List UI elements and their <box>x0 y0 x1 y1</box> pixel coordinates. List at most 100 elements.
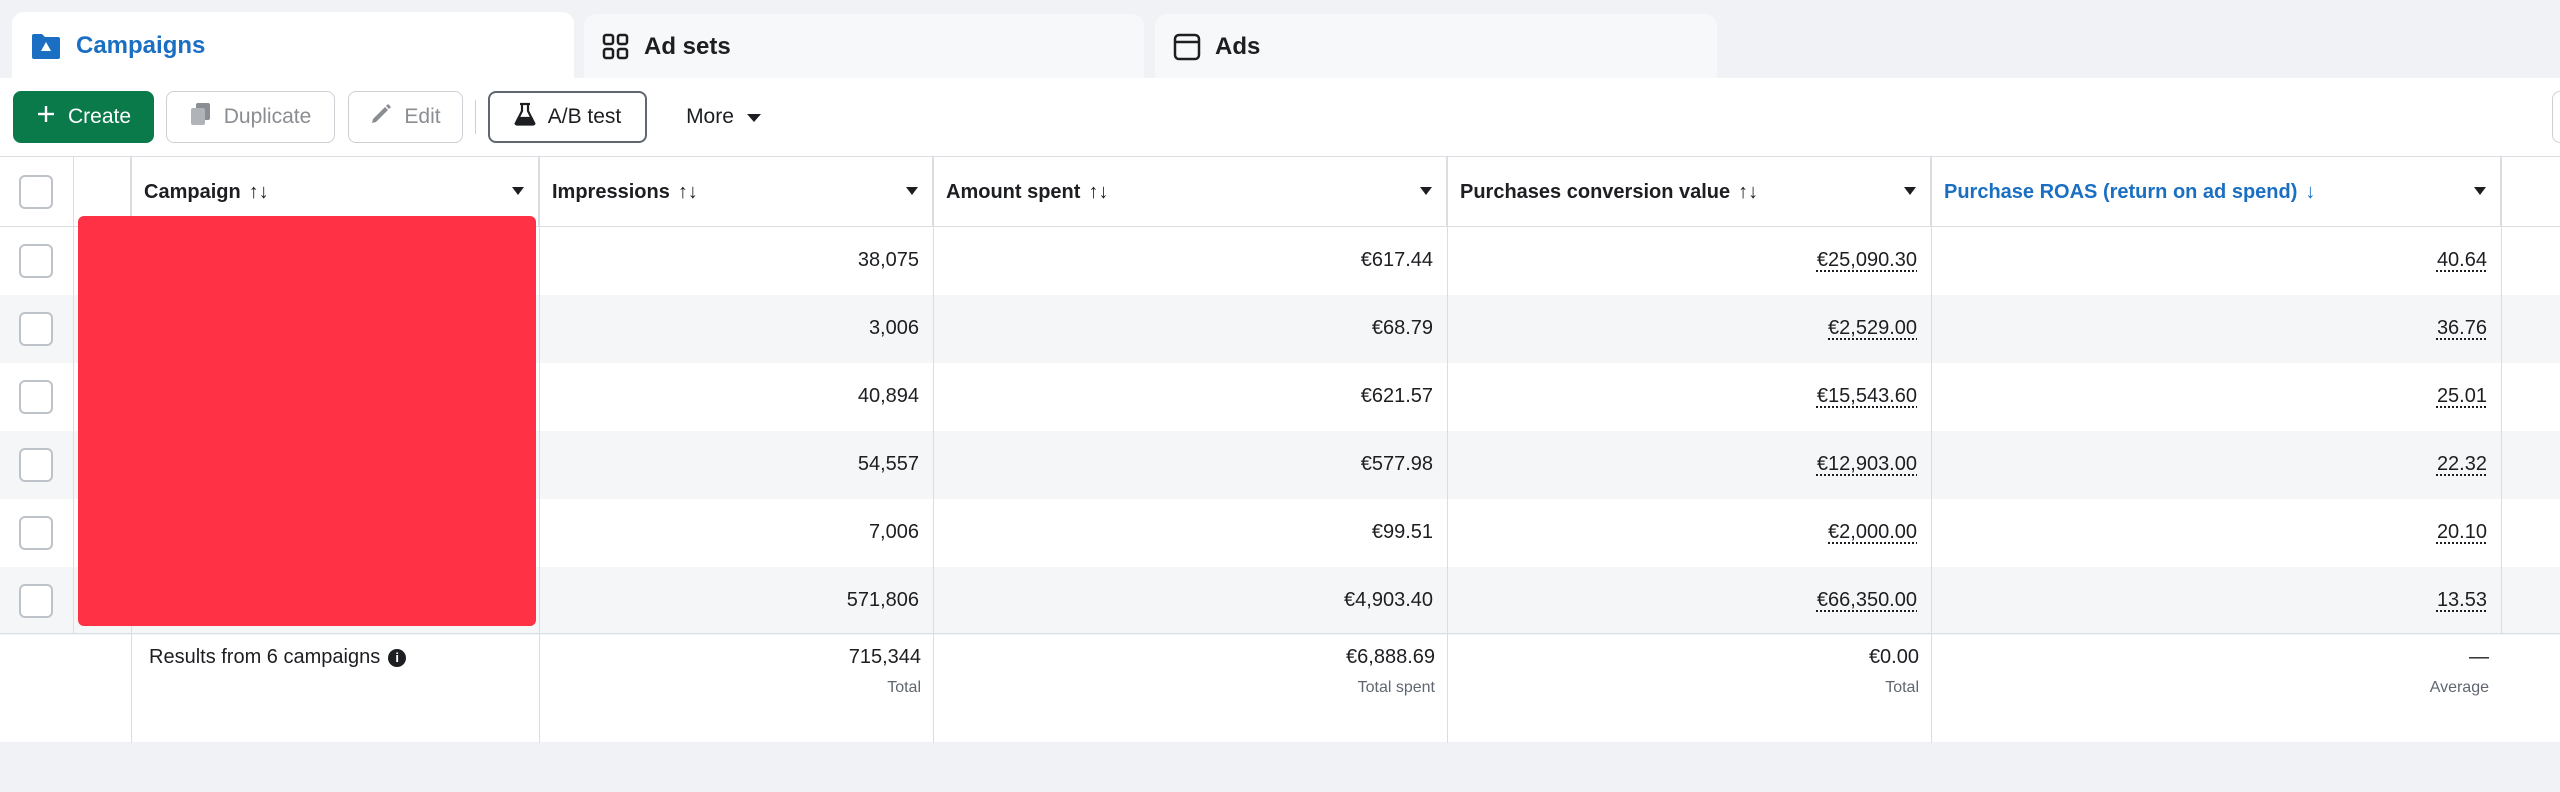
footer-spent-value: €6,888.69 <box>1346 646 1435 668</box>
caret-down-icon <box>746 105 762 129</box>
footer-roas-sub: Average <box>2429 679 2489 696</box>
sort-desc-icon: ↓ <box>2305 180 2316 203</box>
cell-value[interactable]: €2,529.00 <box>1828 317 1917 339</box>
header-impressions[interactable]: Impressions ↑↓ <box>539 157 933 227</box>
column-divider <box>1931 157 1932 743</box>
copy-icon <box>190 102 212 132</box>
row-checkbox[interactable] <box>19 584 53 618</box>
cell-value[interactable]: €66,350.00 <box>1817 589 1917 611</box>
cell-amount-spent: €4,903.40 <box>933 567 1447 635</box>
header-amount-spent-label: Amount spent <box>946 180 1081 203</box>
tab-ad-sets[interactable]: Ad sets <box>584 14 1144 80</box>
cell-amount-spent: €99.51 <box>933 499 1447 567</box>
row-checkbox[interactable] <box>19 312 53 346</box>
cell-amount-spent: €68.79 <box>933 295 1447 363</box>
create-label: Create <box>67 105 132 128</box>
footer-spent: €6,888.69 Total spent <box>933 634 1447 744</box>
cell-value[interactable]: €25,090.30 <box>1817 249 1917 271</box>
more-label: More <box>686 105 734 128</box>
cell-value: 38,075 <box>857 249 919 271</box>
edit-button[interactable]: Edit <box>348 91 463 143</box>
footer-impressions: 715,344 Total <box>539 634 933 744</box>
column-menu-icon[interactable] <box>512 187 524 195</box>
cell-value: 7,006 <box>868 521 919 543</box>
cell-roas: 36.76 <box>1931 295 2501 363</box>
duplicate-label: Duplicate <box>223 105 312 128</box>
toolbar: Create Duplicate Edit A/B test More <box>0 78 2560 156</box>
cell-conv-value: €2,000.00 <box>1447 499 1931 567</box>
cell-value[interactable]: €2,000.00 <box>1828 521 1917 543</box>
footer-impressions-sub: Total <box>887 679 921 696</box>
row-checkbox[interactable] <box>19 516 53 550</box>
cell-impressions: 54,557 <box>539 431 933 499</box>
header-amount-spent[interactable]: Amount spent ↑↓ <box>933 157 1447 227</box>
duplicate-button[interactable]: Duplicate <box>166 91 335 143</box>
edit-label: Edit <box>404 105 441 128</box>
row-checkbox[interactable] <box>19 380 53 414</box>
cell-roas: 40.64 <box>1931 227 2501 295</box>
header-conversion-value-label: Purchases conversion value <box>1460 180 1731 203</box>
tab-ads[interactable]: Ads <box>1155 14 1717 80</box>
column-menu-icon[interactable] <box>1420 187 1432 195</box>
create-button[interactable]: Create <box>13 91 154 143</box>
sort-icon: ↑↓ <box>677 180 698 203</box>
sort-icon: ↑↓ <box>248 180 269 203</box>
cell-value: 3,006 <box>868 317 919 339</box>
column-divider <box>1447 157 1448 743</box>
header-conversion-value[interactable]: Purchases conversion value ↑↓ <box>1447 157 1931 227</box>
cell-conv-value: €15,543.60 <box>1447 363 1931 431</box>
footer-roas: — Average <box>1931 634 2501 744</box>
cell-value: 54,557 <box>857 453 919 475</box>
cell-impressions: 3,006 <box>539 295 933 363</box>
cell-value: 40,894 <box>857 385 919 407</box>
cell-value: €617.44 <box>1360 249 1433 271</box>
toolbar-right-button[interactable] <box>2552 91 2560 143</box>
cell-conv-value: €66,350.00 <box>1447 567 1931 635</box>
header-checkbox-cell <box>0 157 73 227</box>
cell-impressions: 571,806 <box>539 567 933 635</box>
cell-conv-value: €25,090.30 <box>1447 227 1931 295</box>
cell-value[interactable]: 13.53 <box>2437 589 2487 611</box>
row-checkbox[interactable] <box>19 244 53 278</box>
cell-conv-value: €12,903.00 <box>1447 431 1931 499</box>
footer-roas-value: — <box>2469 646 2489 668</box>
column-menu-icon[interactable] <box>906 187 918 195</box>
column-divider <box>2501 157 2502 633</box>
header-roas[interactable]: Purchase ROAS (return on ad spend) ↓ <box>1931 157 2501 227</box>
column-menu-icon[interactable] <box>1904 187 1916 195</box>
header-impressions-label: Impressions <box>552 180 670 203</box>
info-icon[interactable]: i <box>388 648 407 667</box>
cell-roas: 25.01 <box>1931 363 2501 431</box>
cell-impressions: 7,006 <box>539 499 933 567</box>
row-checkbox[interactable] <box>19 448 53 482</box>
cell-value[interactable]: 40.64 <box>2437 249 2487 271</box>
cell-value: €577.98 <box>1360 453 1433 475</box>
column-divider <box>73 157 74 633</box>
cell-value: €99.51 <box>1371 521 1433 543</box>
cell-value[interactable]: 20.10 <box>2437 521 2487 543</box>
footer-conversion-sub: Total <box>1885 679 1919 696</box>
cell-value[interactable]: 22.32 <box>2437 453 2487 475</box>
cell-value: 571,806 <box>846 589 919 611</box>
plus-icon <box>36 104 56 130</box>
window-icon <box>1173 33 1201 61</box>
cell-value[interactable]: €12,903.00 <box>1817 453 1917 475</box>
cell-value: €68.79 <box>1371 317 1433 339</box>
ab-test-button[interactable]: A/B test <box>488 91 647 143</box>
flask-icon <box>513 102 536 132</box>
tab-label: Ad sets <box>644 33 731 60</box>
cell-roas: 22.32 <box>1931 431 2501 499</box>
column-divider <box>933 157 934 743</box>
tab-label: Campaigns <box>76 32 206 59</box>
sort-icon: ↑↓ <box>1738 180 1759 203</box>
footer-impressions-value: 715,344 <box>848 646 921 668</box>
tab-campaigns[interactable]: Campaigns <box>12 12 574 80</box>
cell-roas: 20.10 <box>1931 499 2501 567</box>
cell-value[interactable]: 25.01 <box>2437 385 2487 407</box>
sort-icon: ↑↓ <box>1088 180 1109 203</box>
cell-impressions: 38,075 <box>539 227 933 295</box>
column-menu-icon[interactable] <box>2474 187 2486 195</box>
more-button[interactable]: More <box>664 91 784 143</box>
cell-value[interactable]: 36.76 <box>2437 317 2487 339</box>
cell-value[interactable]: €15,543.60 <box>1817 385 1917 407</box>
